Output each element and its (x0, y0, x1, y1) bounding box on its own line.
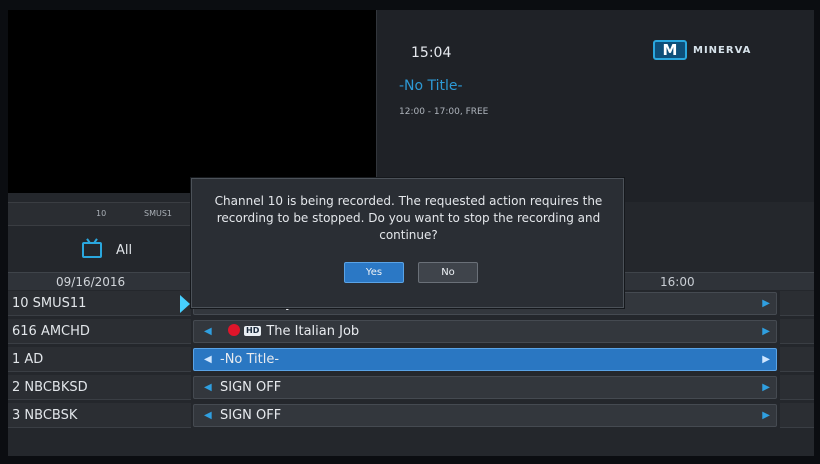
program-cell[interactable]: ◀ HD The Italian Job ▶ (193, 320, 777, 343)
strip-channel-name: SMUS1 (144, 209, 173, 218)
left-arrow-icon: ◀ (204, 354, 212, 365)
guide-row[interactable]: 3 NBCBSK ◀ SIGN OFF ▶ (8, 403, 814, 428)
brand-mark-icon: M (653, 40, 687, 60)
category-selector[interactable]: All (82, 242, 132, 258)
program-name: -No Title- (220, 352, 280, 367)
guide-row[interactable]: 616 AMCHD ◀ HD The Italian Job ▶ (8, 319, 814, 344)
row-tail (780, 291, 814, 316)
stop-recording-dialog: Channel 10 is being recorded. The reques… (191, 178, 624, 308)
channel-name: 616 AMCHD (8, 319, 191, 344)
right-arrow-icon: ▶ (762, 354, 770, 365)
hd-badge: HD (244, 326, 262, 336)
program-name: SIGN OFF (220, 380, 282, 395)
program-name: SIGN OFF (220, 408, 282, 423)
right-arrow-icon: ▶ (762, 382, 770, 393)
program-cell[interactable]: ◀ SIGN OFF ▶ (193, 376, 777, 399)
right-arrow-icon: ▶ (762, 410, 770, 421)
row-tail (780, 347, 814, 372)
no-button[interactable]: No (418, 262, 478, 283)
left-arrow-icon: ◀ (204, 382, 212, 393)
current-channel-arrow-icon (180, 295, 190, 313)
program-name: The Italian Job (266, 324, 360, 339)
tv-frame: 15:04 M MINERVA -No Title- 12:00 - 17:00… (0, 0, 820, 464)
row-tail (780, 375, 814, 400)
program-title: -No Title- (399, 78, 463, 94)
guide-row-selected[interactable]: 1 AD ◀ -No Title- ▶ (8, 347, 814, 372)
program-time-info: 12:00 - 17:00, FREE (399, 107, 489, 117)
channel-strip: 10 SMUS1 (8, 202, 198, 226)
dialog-message: Channel 10 is being recorded. The reques… (214, 194, 603, 242)
yes-button[interactable]: Yes (344, 262, 404, 283)
program-cell[interactable]: ◀ SIGN OFF ▶ (193, 404, 777, 427)
brand-name: MINERVA (693, 44, 752, 56)
program-cell[interactable]: ◀ -No Title- ▶ (193, 348, 777, 371)
right-arrow-icon: ▶ (762, 298, 770, 309)
tv-icon (82, 242, 102, 258)
channel-name: 1 AD (8, 347, 191, 372)
guide-row[interactable]: 2 NBCBKSD ◀ SIGN OFF ▶ (8, 375, 814, 400)
channel-name: 3 NBCBSK (8, 403, 191, 428)
epg-screen: 15:04 M MINERVA -No Title- 12:00 - 17:00… (8, 10, 814, 456)
right-arrow-icon: ▶ (762, 326, 770, 337)
channel-name: 10 SMUS11 (8, 291, 191, 316)
strip-channel-number: 10 (96, 209, 107, 218)
record-icon (228, 324, 240, 336)
guide-date: 09/16/2016 (56, 275, 126, 289)
timeline-time: 16:00 (660, 275, 695, 289)
category-label: All (116, 242, 133, 258)
left-arrow-icon: ◀ (204, 410, 212, 421)
brand-logo: M MINERVA (653, 39, 773, 61)
program-info-panel: 15:04 M MINERVA -No Title- 12:00 - 17:00… (376, 10, 814, 202)
clock: 15:04 (411, 45, 452, 61)
row-tail (780, 403, 814, 428)
row-tail (780, 319, 814, 344)
channel-name: 2 NBCBKSD (8, 375, 191, 400)
left-arrow-icon: ◀ (204, 326, 212, 337)
video-preview (8, 10, 376, 193)
